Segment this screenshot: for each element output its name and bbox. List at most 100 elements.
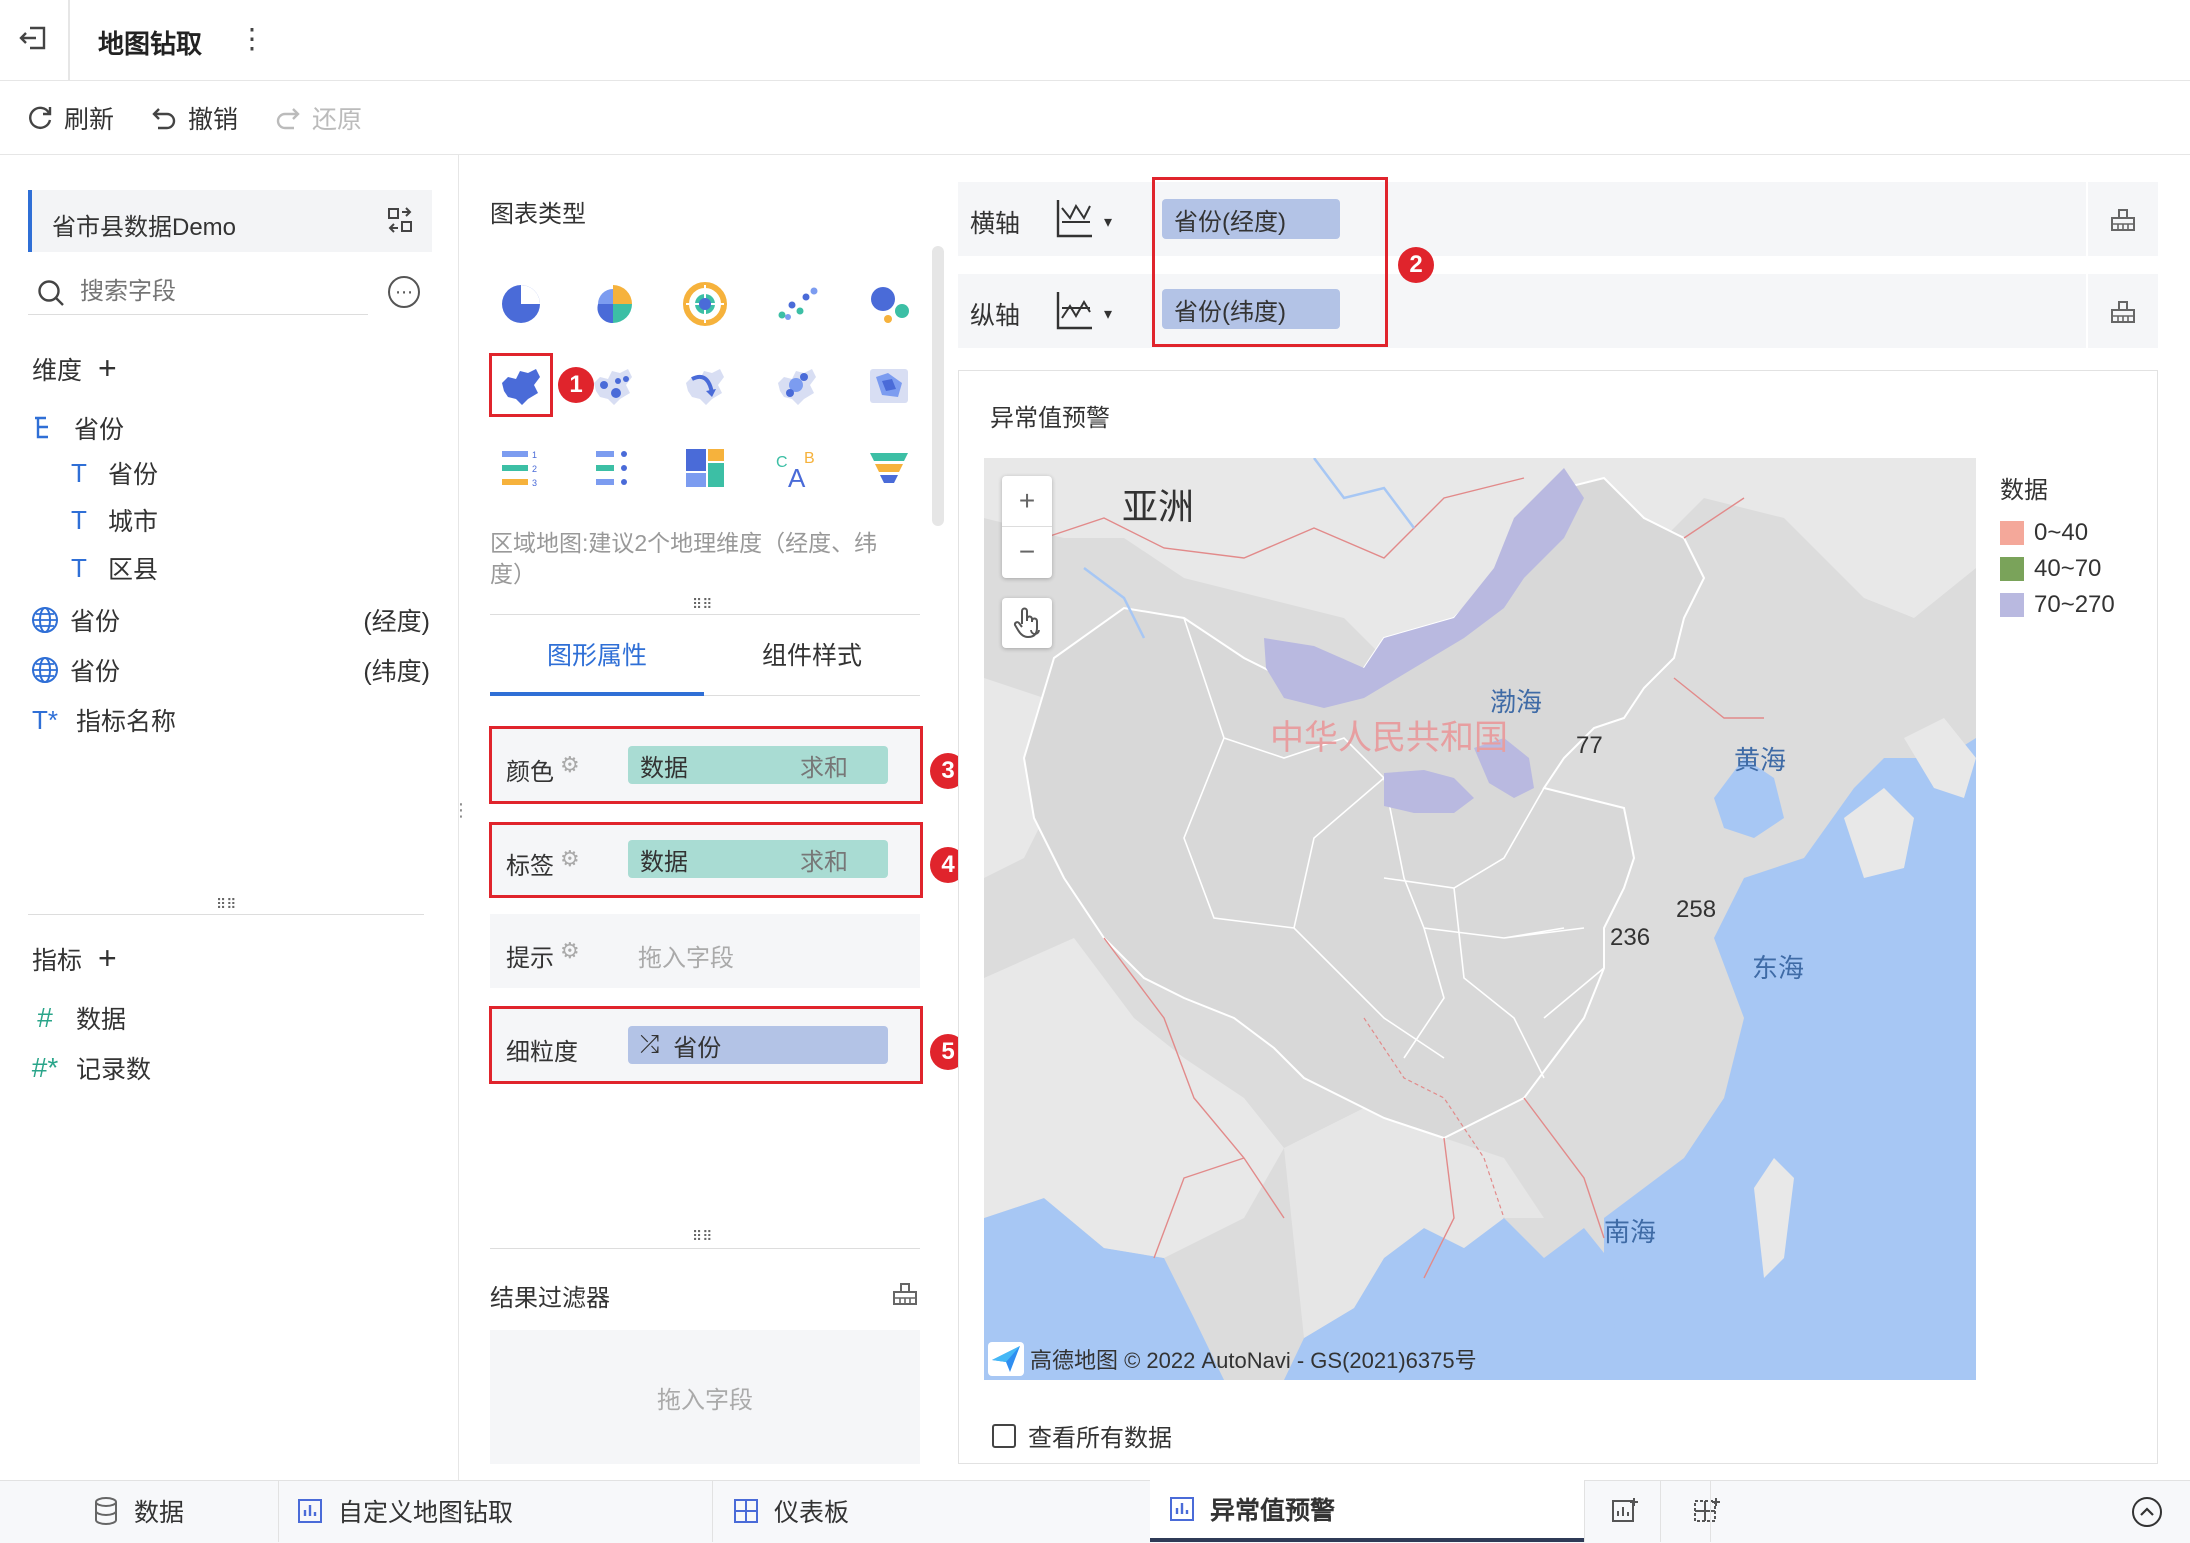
x-axis-row: 横轴 ▾ 省份(经度) <box>958 182 2158 256</box>
show-all-data-option[interactable]: 查看所有数据 <box>992 1418 1172 1453</box>
field-label: 省份 <box>108 461 159 489</box>
tooltip-drop-zone[interactable]: 拖入字段 <box>638 938 734 973</box>
tab-label: 异常值预警 <box>1210 1497 1336 1525</box>
scrollbar[interactable] <box>932 246 944 526</box>
svg-text:3: 3 <box>532 478 537 488</box>
scatter-chart-icon[interactable] <box>774 281 820 332</box>
tab-separator <box>1660 1480 1661 1542</box>
svg-text:2: 2 <box>532 464 537 474</box>
legend-item[interactable]: 40~70 <box>2000 555 2115 583</box>
attribution-text: 高德地图 © 2022 AutoNavi - GS(2021)6375号 <box>1030 1348 1477 1373</box>
splitter-handle[interactable]: ⠿⠿ <box>692 596 713 613</box>
map-attribution: 高德地图 © 2022 AutoNavi - GS(2021)6375号 <box>988 1342 1477 1376</box>
zoom-out-button[interactable]: − <box>1002 527 1052 577</box>
legend-item[interactable]: 70~270 <box>2000 591 2115 619</box>
tab-component-style[interactable]: 组件样式 <box>704 636 920 696</box>
more-options-icon[interactable]: ⋯ <box>388 276 420 308</box>
x-axis-type-icon[interactable] <box>1054 196 1094 240</box>
detail-list-icon[interactable] <box>590 445 636 496</box>
legend-title: 数据 <box>2000 477 2048 504</box>
metric-field-row[interactable]: #* 记录数 <box>30 1050 151 1086</box>
clear-filter-icon[interactable] <box>890 1278 920 1313</box>
data-label: 258 <box>1676 896 1717 923</box>
flow-map-icon[interactable] <box>682 363 728 414</box>
geo-field-row[interactable]: 省份 (纬度) <box>30 652 430 688</box>
metric-label: 记录数 <box>76 1056 152 1084</box>
tab-graphic-properties[interactable]: 图形属性 <box>490 636 704 696</box>
heat-map-icon[interactable] <box>774 363 820 414</box>
collapse-button[interactable] <box>2132 1497 2162 1527</box>
funnel-chart-icon[interactable] <box>866 445 912 496</box>
drill-mode-button[interactable] <box>1002 598 1052 648</box>
search-input[interactable] <box>78 276 362 308</box>
svg-text:1: 1 <box>532 450 537 460</box>
metrics-title: 指标 <box>32 946 83 975</box>
dropdown-arrow-icon[interactable]: ▾ <box>1104 304 1112 324</box>
globe-icon <box>32 607 58 633</box>
settings-icon[interactable]: ⚙ <box>560 938 580 964</box>
pointer-hand-icon <box>1013 607 1040 639</box>
custom-map-icon[interactable] <box>866 363 912 414</box>
geo-field-row[interactable]: 省份 (经度) <box>30 602 430 638</box>
dashboard-icon <box>734 1499 758 1523</box>
y-axis-label: 纵轴 <box>970 302 1021 330</box>
add-metric-icon[interactable]: + <box>98 940 117 977</box>
divider <box>490 614 920 615</box>
undo-button[interactable]: 撤销 <box>150 100 238 136</box>
rose-chart-icon[interactable] <box>590 281 636 332</box>
tab-data[interactable]: 数据 <box>92 1480 184 1542</box>
point-map-icon[interactable] <box>590 363 636 414</box>
map-label-bohai: 渤海 <box>1490 687 1543 717</box>
filter-drop-zone[interactable]: 拖入字段 <box>490 1330 920 1464</box>
y-axis-clear[interactable] <box>2086 274 2158 348</box>
undo-icon <box>152 108 176 130</box>
add-dashboard-button[interactable] <box>1692 1480 1722 1542</box>
dimension-field-row[interactable]: T 省份 <box>64 455 158 491</box>
metric-field-row[interactable]: # 数据 <box>30 1000 126 1036</box>
switch-dataset-icon[interactable] <box>386 206 414 234</box>
panel-resize-handle[interactable]: ⋮ <box>452 800 470 821</box>
tab-label: 组件样式 <box>761 642 862 670</box>
splitter-handle[interactable]: ⠿⠿ <box>692 1228 713 1245</box>
add-component-button[interactable] <box>1610 1480 1640 1542</box>
splitter-handle[interactable]: ⠿⠿ <box>216 896 237 913</box>
metric-name-field-row[interactable]: T* 指标名称 <box>30 702 176 738</box>
more-menu-icon[interactable]: ⋮ <box>238 22 266 55</box>
dataset-selector[interactable]: 省市县数据Demo <box>28 190 432 252</box>
dimension-field-row[interactable]: T 城市 <box>64 502 158 538</box>
treemap-icon[interactable] <box>682 445 728 496</box>
tab-label: 自定义地图钻取 <box>338 1499 514 1527</box>
pie-chart-icon[interactable] <box>498 281 544 332</box>
chart-title: 异常值预警 <box>990 405 1110 432</box>
redo-button[interactable]: 还原 <box>274 100 362 136</box>
show-all-checkbox[interactable] <box>992 1423 1016 1448</box>
bubble-chart-icon[interactable] <box>866 281 912 332</box>
map-label-yellow-sea: 黄海 <box>1734 745 1787 775</box>
map-canvas[interactable]: 亚洲 中华人民共和国 渤海 黄海 东海 南海 77 258 236 + − 高德… <box>984 458 1976 1380</box>
refresh-button[interactable]: 刷新 <box>26 100 114 136</box>
hierarchy-label: 省份 <box>74 416 125 444</box>
tab-dashboard[interactable]: 仪表板 <box>732 1480 849 1542</box>
y-axis-type-icon[interactable] <box>1054 288 1094 332</box>
tab-outlier-alert[interactable]: 异常值预警 <box>1150 1480 1584 1542</box>
word-cloud-icon[interactable]: CAB <box>774 445 820 496</box>
dimension-hierarchy-row[interactable]: 省份 <box>30 410 124 446</box>
tooltip-property-row: 提示 ⚙ 拖入字段 <box>490 914 920 988</box>
svg-text:C: C <box>776 454 788 471</box>
x-axis-clear[interactable] <box>2086 182 2158 256</box>
tab-custom-map-drill[interactable]: 自定义地图钻取 <box>296 1480 513 1542</box>
zoom-in-button[interactable]: + <box>1002 476 1052 527</box>
show-all-label: 查看所有数据 <box>1028 1425 1172 1452</box>
add-dimension-icon[interactable]: + <box>98 350 117 387</box>
field-label: 城市 <box>108 508 159 536</box>
legend-item[interactable]: 0~40 <box>2000 519 2115 547</box>
refresh-label: 刷新 <box>64 106 115 134</box>
ranked-list-icon[interactable]: 1 2 3 <box>498 445 544 496</box>
dropdown-arrow-icon[interactable]: ▾ <box>1104 212 1112 232</box>
dimension-field-row[interactable]: T 区县 <box>64 550 158 586</box>
search-field[interactable] <box>28 272 368 315</box>
exit-icon[interactable] <box>16 20 52 56</box>
sunburst-chart-icon[interactable] <box>682 281 728 332</box>
geo-field-suffix: (经度) <box>363 608 430 636</box>
map-label-country: 中华人民共和国 <box>1270 719 1508 757</box>
